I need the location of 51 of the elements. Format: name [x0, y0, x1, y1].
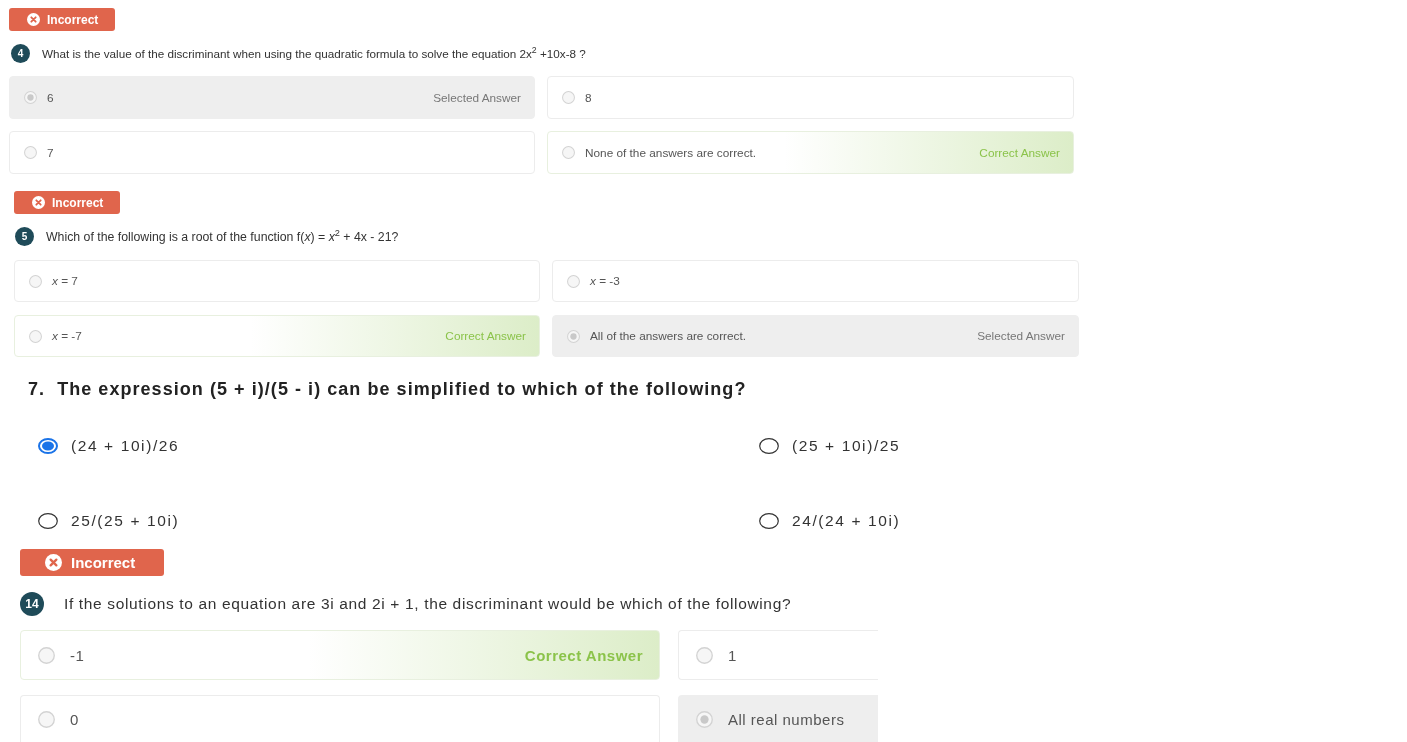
answer-option[interactable]: 7 [9, 131, 535, 174]
radio-button[interactable] [759, 513, 779, 529]
radio-button[interactable] [38, 438, 58, 454]
answer-option[interactable]: 0 [20, 695, 660, 742]
question-number: 14 [20, 592, 44, 616]
answer-option[interactable]: 1 [678, 630, 878, 680]
answer-option[interactable]: 8 [547, 76, 1074, 119]
x-circle-icon [32, 196, 45, 209]
answer-option[interactable]: -1 Correct Answer [20, 630, 660, 680]
result-label: Incorrect [52, 195, 104, 210]
radio-button[interactable] [759, 438, 779, 454]
option-text: 0 [70, 710, 80, 728]
x-circle-icon [27, 13, 40, 26]
answer-tag: Correct Answer [979, 145, 1060, 160]
option-text: All of the answers are correct. [590, 329, 748, 343]
question-text: The expression (5 + i)/(5 - i) can be simplified to which of the following? [57, 378, 747, 400]
answer-option[interactable]: None of the answers are correct. Correct Answer [547, 131, 1074, 174]
question-text: Which of the following is a root of the function f(x) = x$^{2}$ + 4x - 21? [46, 229, 399, 244]
option-text: 1 [728, 646, 738, 664]
option-text: -1 [70, 646, 86, 664]
option-text: All real numbers [728, 710, 846, 728]
answer-tag: Correct Answer [445, 329, 526, 343]
option-text: 24/(24 + 10i) [792, 512, 901, 530]
option-text: x = 7 [52, 274, 79, 288]
answer-option[interactable]: All real numbers [678, 695, 878, 742]
x-circle-icon [45, 554, 62, 571]
question-text: What is the value of the discriminant when using the quadratic formula to solve the equation 2x$^{2}$ +10x-8 ? [42, 47, 586, 60]
answer-option[interactable]: x = -7 Correct Answer [14, 315, 540, 357]
option-text: x = -3 [590, 274, 621, 288]
option-text: 8 [585, 90, 593, 105]
answer-tag: Selected Answer [433, 90, 521, 105]
radio-button[interactable] [38, 513, 58, 529]
answer-option[interactable]: x = -3 [552, 260, 1079, 302]
answer-option[interactable]: x = 7 [14, 260, 540, 302]
answer-option[interactable]: All of the answers are correct. Selected Answer [552, 315, 1079, 357]
option-text: x = -7 [52, 329, 83, 343]
question-number: 4 [11, 44, 30, 63]
question-number: 5 [15, 227, 34, 246]
option-text: 6 [47, 90, 55, 105]
option-text: (24 + 10i)/26 [71, 437, 180, 455]
question-text: If the solutions to an equation are 3i and 2i + 1, the discriminant would be which of the following? [64, 595, 792, 613]
option-text: 7 [47, 145, 55, 160]
option-text: None of the answers are correct. [585, 145, 758, 160]
result-label: Incorrect [71, 554, 136, 571]
answer-tag: Correct Answer [524, 646, 643, 664]
answer-option[interactable]: 6 Selected Answer [9, 76, 535, 119]
option-text: (25 + 10i)/25 [792, 437, 901, 455]
option-text: 25/(25 + 10i) [71, 512, 180, 530]
question-number: 7. [28, 378, 46, 400]
result-label: Incorrect [47, 12, 99, 27]
answer-tag: Selected Answer [977, 329, 1065, 343]
